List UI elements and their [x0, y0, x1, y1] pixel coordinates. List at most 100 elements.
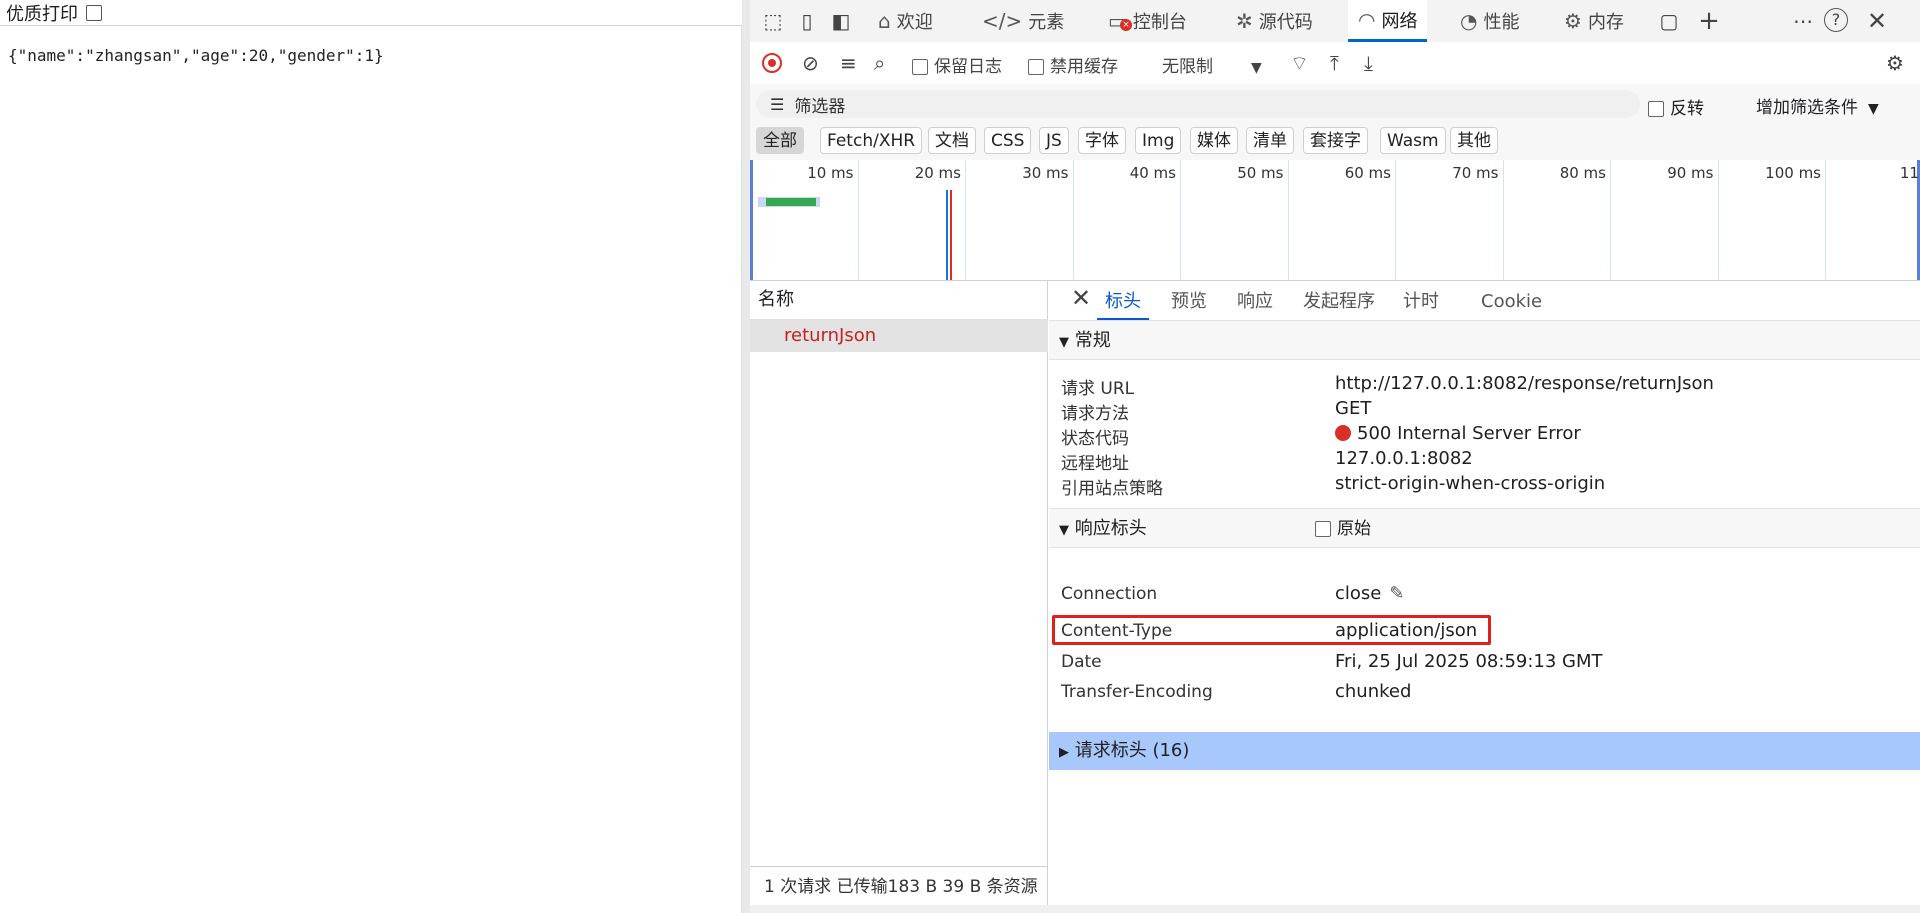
print-toolbar: 优质打印	[0, 0, 742, 26]
tab-console[interactable]: ▭ × 控制台	[1098, 0, 1197, 42]
type-filter-media[interactable]: 媒体	[1190, 127, 1238, 154]
general-value-method: GET	[1335, 398, 1372, 419]
tab-welcome[interactable]: ⌂ 欢迎	[868, 0, 943, 42]
response-value-date: Fri, 25 Jul 2025 08:59:13 GMT	[1335, 651, 1603, 672]
dock-icon[interactable]: ◧	[828, 8, 854, 34]
import-har-icon[interactable]: ⤒	[1330, 51, 1339, 75]
response-key-transfer-encoding: Transfer-Encoding	[1061, 682, 1213, 702]
inspect-icon[interactable]: ⬚	[760, 8, 786, 34]
request-bar-download	[766, 198, 816, 206]
timeline-tick-label: 30 ms	[1022, 164, 1069, 182]
preserve-log-toggle[interactable]: 保留日志	[912, 52, 1002, 77]
status-error-dot-icon	[1335, 425, 1351, 441]
invert-label: 反转	[1670, 99, 1704, 119]
tab-elements[interactable]: </> 元素	[972, 0, 1074, 42]
expand-triangle-icon: ▼	[1059, 523, 1069, 538]
type-filter-row: 全部 Fetch/XHR 文档 CSS JS 字体 Img 媒体 清单 套接字 …	[750, 124, 1920, 161]
tab-console-label: 控制台	[1132, 12, 1187, 33]
tab-response[interactable]: 响应	[1229, 280, 1281, 320]
preserve-log-checkbox[interactable]	[912, 59, 928, 75]
timeline-gridline	[1825, 160, 1826, 280]
general-key-url: 请求 URL	[1061, 379, 1135, 399]
tab-performance[interactable]: ◔ 性能	[1450, 0, 1529, 42]
type-filter-socket[interactable]: 套接字	[1303, 127, 1368, 154]
dom-content-loaded-line	[946, 190, 948, 280]
type-filter-manifest[interactable]: 清单	[1246, 127, 1294, 154]
type-filter-img[interactable]: Img	[1135, 127, 1182, 154]
add-tab-icon[interactable]: +	[1696, 8, 1722, 34]
network-toolbar: ⊘ ≡ ⌕ 保留日志 禁用缓存 无限制 ▼ ⌔ ⤒ ⤓ ⚙	[750, 42, 1920, 85]
tab-network-label: 网络	[1381, 10, 1418, 32]
invert-checkbox[interactable]	[1648, 101, 1664, 117]
disable-cache-checkbox[interactable]	[1028, 59, 1044, 75]
response-headers-title: 响应标头	[1074, 518, 1147, 539]
timeline-gridline	[1395, 160, 1396, 280]
tab-sources[interactable]: ✲ 源代码	[1226, 0, 1323, 42]
response-key-connection: Connection	[1061, 584, 1158, 604]
panel-icon[interactable]: ▢	[1656, 8, 1682, 34]
network-overview-timeline[interactable]: 10 ms 20 ms 30 ms 40 ms 50 ms 60 ms 70 ms 80 ms…	[750, 160, 1920, 281]
request-details-pane: ✕ 标头 预览 响应 发起程序 计时 Cookie ▼ 常规 请求 URL ht…	[1049, 280, 1920, 913]
type-filter-other[interactable]: 其他	[1450, 127, 1498, 154]
general-value-status: 500 Internal Server Error	[1335, 423, 1581, 444]
tab-preview[interactable]: 预览	[1163, 280, 1215, 320]
type-filter-font[interactable]: 字体	[1078, 127, 1126, 154]
network-conditions-icon[interactable]: ⌔	[1290, 51, 1309, 76]
pretty-print-checkbox[interactable]	[86, 4, 102, 21]
request-headers-title: 请求标头 (16)	[1074, 740, 1190, 761]
more-filters-dropdown[interactable]: 增加筛选条件 ▼	[1756, 93, 1879, 118]
timeline-tick-label: 70 ms	[1452, 164, 1499, 182]
close-details-icon[interactable]: ✕	[1063, 280, 1099, 320]
raw-label: 原始	[1337, 519, 1371, 539]
raw-checkbox[interactable]	[1315, 521, 1331, 537]
filter-input[interactable]: ☰ 筛选器	[756, 90, 1640, 118]
filter-row: ☰ 筛选器 反转 增加筛选条件 ▼	[750, 84, 1920, 124]
console-icon: ▭ ×	[1108, 9, 1132, 33]
tab-network[interactable]: ◠ 网络	[1348, 0, 1428, 42]
search-icon[interactable]: ⌕	[874, 51, 885, 75]
tab-timing[interactable]: 计时	[1395, 280, 1447, 320]
device-toolbar-icon[interactable]: ▯	[794, 8, 820, 34]
tab-memory[interactable]: ⚙ 内存	[1554, 0, 1634, 42]
disable-cache-toggle[interactable]: 禁用缓存	[1028, 52, 1118, 77]
edit-pencil-icon[interactable]: ✎	[1389, 583, 1404, 604]
throttling-select[interactable]: 无限制 ▼	[1162, 52, 1262, 77]
request-row[interactable]: returnJson	[750, 320, 1048, 352]
home-icon: ⌂	[878, 9, 891, 33]
filter-toggle-icon[interactable]: ≡	[840, 51, 857, 75]
tab-cookies[interactable]: Cookie	[1473, 280, 1550, 320]
chevron-down-icon: ▼	[1868, 101, 1879, 117]
type-filter-js[interactable]: JS	[1039, 127, 1069, 154]
horizontal-scrollbar[interactable]	[750, 905, 1920, 913]
page-viewport: 优质打印 {"name":"zhangsan","age":20,"gender…	[0, 0, 742, 913]
record-dot-icon	[768, 59, 776, 67]
clear-icon[interactable]: ⊘	[802, 51, 819, 75]
type-filter-doc[interactable]: 文档	[928, 127, 976, 154]
raw-toggle[interactable]: 原始	[1315, 509, 1371, 549]
collapsed-triangle-icon: ▶	[1059, 745, 1069, 760]
type-filter-fetch-xhr[interactable]: Fetch/XHR	[820, 127, 923, 154]
type-filter-wasm[interactable]: Wasm	[1380, 127, 1446, 154]
panel-splitter[interactable]	[742, 0, 750, 913]
timeline-tick-label: 40 ms	[1129, 164, 1176, 182]
tab-initiator[interactable]: 发起程序	[1295, 280, 1383, 320]
timeline-gridline	[1610, 160, 1611, 280]
record-button[interactable]	[762, 53, 782, 73]
help-icon[interactable]: ?	[1824, 8, 1848, 32]
timeline-start-handle[interactable]	[750, 160, 753, 280]
invert-toggle[interactable]: 反转	[1648, 94, 1704, 119]
general-section-header[interactable]: ▼ 常规	[1049, 320, 1920, 360]
timeline-tick-label: 10 ms	[807, 164, 854, 182]
settings-icon[interactable]: ⚙	[1886, 51, 1904, 75]
type-filter-css[interactable]: CSS	[984, 127, 1032, 154]
request-headers-section-header[interactable]: ▶ 请求标头 (16)	[1049, 732, 1920, 770]
export-har-icon[interactable]: ⤓	[1364, 51, 1373, 75]
timeline-gridline	[857, 160, 859, 280]
response-key-content-type: Content-Type	[1061, 621, 1173, 641]
response-headers-section-header[interactable]: ▼ 响应标头 原始	[1049, 508, 1920, 548]
tab-headers[interactable]: 标头	[1097, 280, 1149, 320]
name-column-header[interactable]: 名称	[750, 280, 1048, 320]
more-options-icon[interactable]: ⋯	[1790, 8, 1816, 34]
type-filter-all[interactable]: 全部	[756, 127, 804, 154]
close-devtools-icon[interactable]: ✕	[1864, 8, 1890, 34]
